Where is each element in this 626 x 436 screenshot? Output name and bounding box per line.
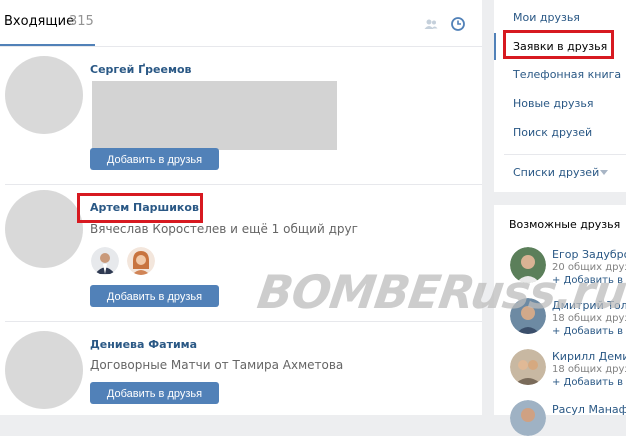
- requester-name[interactable]: Дениева Фатима: [90, 338, 197, 351]
- add-friend-button[interactable]: Добавить в друзья: [90, 382, 219, 404]
- possible-friend-name[interactable]: Расул Манаф: [552, 403, 626, 416]
- add-possible-friend-link[interactable]: + Добавить в др: [552, 326, 626, 337]
- possible-friends-title: Возможные друзья: [509, 218, 621, 231]
- request-item-3: Дениева Фатима Договорные Матчи от Тамир…: [0, 0, 482, 415]
- highlight-box: [503, 30, 614, 59]
- possible-friend-name[interactable]: Кирилл Демид: [552, 350, 626, 363]
- friends-menu: Мои друзья Заявки в друзья Телефонная кн…: [494, 0, 626, 192]
- menu-item-my-friends[interactable]: Мои друзья: [513, 11, 580, 24]
- friend-requests-panel: Входящие 315 Сергей Ґреемов Добавить в д…: [0, 0, 482, 415]
- divider: [504, 154, 626, 155]
- menu-item-friend-lists[interactable]: Списки друзей: [513, 166, 599, 179]
- menu-item-new-friends[interactable]: Новые друзья: [513, 97, 593, 110]
- menu-item-find-friends[interactable]: Поиск друзей: [513, 126, 592, 139]
- menu-item-phone-book[interactable]: Телефонная книга: [513, 68, 621, 81]
- avatar[interactable]: [5, 331, 83, 409]
- add-possible-friend-link[interactable]: + Добавить в др: [552, 377, 626, 388]
- avatar[interactable]: [510, 400, 546, 436]
- possible-friend-name[interactable]: Егор Задубров: [552, 248, 626, 261]
- watermark: BOMBERuss.ru: [254, 265, 626, 319]
- possible-friend-mutual: 18 общих друз: [552, 364, 626, 375]
- chevron-down-icon[interactable]: [600, 170, 608, 176]
- highlight-box: [77, 193, 203, 223]
- avatar[interactable]: [510, 349, 546, 385]
- mutual-friends-text[interactable]: Договорные Матчи от Тамира Ахметова: [90, 358, 343, 372]
- active-indicator: [494, 33, 496, 60]
